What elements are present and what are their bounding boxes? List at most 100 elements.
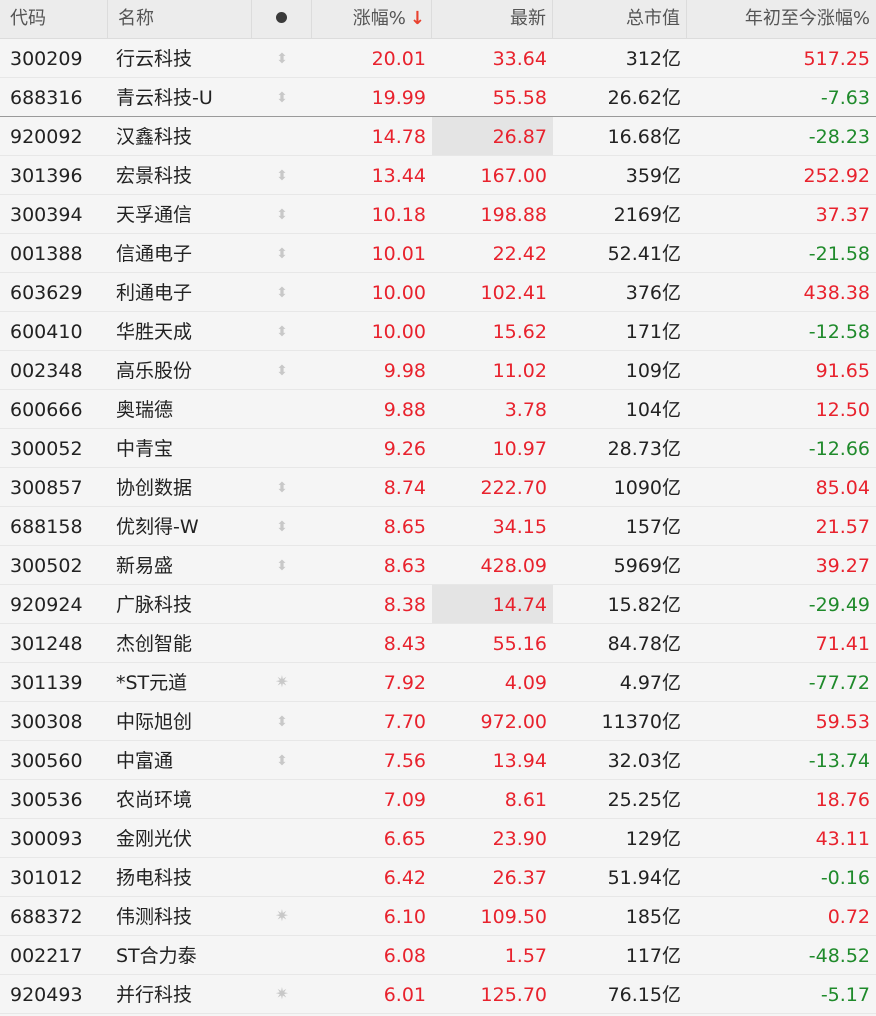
stock-name: 中青宝	[116, 438, 174, 460]
last-price: 26.87	[432, 117, 553, 155]
table-row[interactable]: 301396 宏景科技 ⬍ 13.44 167.00 359亿 252.92	[0, 156, 876, 195]
column-header-name[interactable]: 名称	[108, 0, 252, 38]
table-row[interactable]: 300052 中青宝 9.26 10.97 28.73亿 -12.66	[0, 429, 876, 468]
row-mark-cell	[252, 936, 312, 974]
last-price: 13.94	[492, 750, 547, 772]
table-row[interactable]: 300308 中际旭创 ⬍ 7.70 972.00 11370亿 59.53	[0, 702, 876, 741]
table-row[interactable]: 300857 协创数据 ⬍ 8.74 222.70 1090亿 85.04	[0, 468, 876, 507]
ytd-change-percent: -12.58	[808, 321, 870, 343]
stock-name: 金刚光伏	[116, 828, 193, 850]
change-percent: 10.00	[371, 282, 426, 304]
market-cap: 16.68亿	[607, 126, 681, 148]
ytd-change-percent: -29.49	[808, 594, 870, 616]
row-mark-cell: ⬍	[252, 156, 312, 194]
ytd-change-percent: -12.66	[808, 438, 870, 460]
market-cap: 76.15亿	[607, 984, 681, 1006]
table-row[interactable]: 301248 杰创智能 8.43 55.16 84.78亿 71.41	[0, 624, 876, 663]
ytd-change-percent: 37.37	[815, 204, 870, 226]
stock-code: 688158	[10, 516, 83, 538]
stock-name: 青云科技-U	[116, 87, 213, 109]
stock-code: 600410	[10, 321, 83, 343]
stock-code: 603629	[10, 282, 83, 304]
market-cap: 117亿	[625, 945, 681, 967]
table-row[interactable]: 300560 中富通 ⬍ 7.56 13.94 32.03亿 -13.74	[0, 741, 876, 780]
ytd-change-percent: -5.17	[820, 984, 870, 1006]
last-price: 167.00	[480, 165, 547, 187]
table-row[interactable]: 920092 汉鑫科技 14.78 26.87 16.68亿 -28.23	[0, 117, 876, 156]
row-mark-cell: ⬍	[252, 78, 312, 116]
stock-code: 301139	[10, 672, 83, 694]
change-percent: 6.42	[383, 867, 426, 889]
stock-name: 宏景科技	[116, 165, 193, 187]
change-percent: 7.92	[383, 672, 426, 694]
stock-code: 300052	[10, 438, 83, 460]
stock-code: 300394	[10, 204, 83, 226]
star-burst-icon: ✷	[275, 906, 289, 925]
last-price: 4.09	[504, 672, 547, 694]
table-row[interactable]: 688158 优刻得-W ⬍ 8.65 34.15 157亿 21.57	[0, 507, 876, 546]
column-header-ytd-change[interactable]: 年初至今涨幅%	[687, 0, 876, 38]
table-row[interactable]: 688316 青云科技-U ⬍ 19.99 55.58 26.62亿 -7.63	[0, 78, 876, 117]
ytd-change-percent: 71.41	[815, 633, 870, 655]
stock-name: 并行科技	[116, 984, 193, 1006]
column-header-mark[interactable]	[252, 0, 312, 38]
row-mark-cell	[252, 819, 312, 857]
table-row[interactable]: 300209 行云科技 ⬍ 20.01 33.64 312亿 517.25	[0, 39, 876, 78]
table-row[interactable]: 002217 ST合力泰 6.08 1.57 117亿 -48.52	[0, 936, 876, 975]
table-row[interactable]: 600410 华胜天成 ⬍ 10.00 15.62 171亿 -12.58	[0, 312, 876, 351]
change-percent: 8.65	[383, 516, 426, 538]
row-mark-cell: ⬍	[252, 741, 312, 779]
last-price: 8.61	[504, 789, 547, 811]
row-mark-cell	[252, 390, 312, 428]
table-row[interactable]: 688372 伟测科技 ✷ 6.10 109.50 185亿 0.72	[0, 897, 876, 936]
column-header-market-cap[interactable]: 总市值	[553, 0, 687, 38]
row-mark-cell	[252, 585, 312, 623]
stock-code: 600666	[10, 399, 83, 421]
row-mark-cell: ✷	[252, 663, 312, 701]
column-header-code-label: 代码	[10, 8, 46, 29]
column-header-code[interactable]: 代码	[0, 0, 108, 38]
stock-name: 奥瑞德	[116, 399, 174, 421]
star-burst-icon: ✷	[275, 984, 289, 1003]
table-row[interactable]: 301139 *ST元道 ✷ 7.92 4.09 4.97亿 -77.72	[0, 663, 876, 702]
up-down-arrows-icon: ⬍	[276, 90, 288, 106]
column-header-change-pct[interactable]: 涨幅% ↓	[312, 0, 432, 38]
table-row[interactable]: 300093 金刚光伏 6.65 23.90 129亿 43.11	[0, 819, 876, 858]
table-row[interactable]: 002348 高乐股份 ⬍ 9.98 11.02 109亿 91.65	[0, 351, 876, 390]
last-price: 15.62	[492, 321, 547, 343]
row-mark-cell: ✷	[252, 975, 312, 1013]
up-down-arrows-icon: ⬍	[276, 51, 288, 67]
stock-name: 中际旭创	[116, 711, 193, 733]
last-price: 198.88	[480, 204, 547, 226]
up-down-arrows-icon: ⬍	[276, 168, 288, 184]
change-percent: 19.99	[371, 87, 426, 109]
market-cap: 359亿	[625, 165, 681, 187]
table-row[interactable]: 603629 利通电子 ⬍ 10.00 102.41 376亿 438.38	[0, 273, 876, 312]
stock-code: 688316	[10, 87, 83, 109]
stock-name: 新易盛	[116, 555, 174, 577]
table-row[interactable]: 600666 奥瑞德 9.88 3.78 104亿 12.50	[0, 390, 876, 429]
row-mark-cell: ⬍	[252, 195, 312, 233]
stock-name: 伟测科技	[116, 906, 193, 928]
stock-code: 300560	[10, 750, 83, 772]
column-header-last-price[interactable]: 最新	[432, 0, 553, 38]
column-header-market-cap-label: 总市值	[626, 8, 680, 29]
table-row[interactable]: 920493 并行科技 ✷ 6.01 125.70 76.15亿 -5.17	[0, 975, 876, 1014]
stock-name: 杰创智能	[116, 633, 193, 655]
ytd-change-percent: 91.65	[815, 360, 870, 382]
table-row[interactable]: 300502 新易盛 ⬍ 8.63 428.09 5969亿 39.27	[0, 546, 876, 585]
change-percent: 6.10	[383, 906, 426, 928]
table-row[interactable]: 001388 信通电子 ⬍ 10.01 22.42 52.41亿 -21.58	[0, 234, 876, 273]
market-cap: 51.94亿	[607, 867, 681, 889]
table-row[interactable]: 301012 扬电科技 6.42 26.37 51.94亿 -0.16	[0, 858, 876, 897]
table-row[interactable]: 920924 广脉科技 8.38 14.74 15.82亿 -29.49	[0, 585, 876, 624]
change-percent: 7.70	[383, 711, 426, 733]
last-price: 222.70	[480, 477, 547, 499]
table-row[interactable]: 300536 农尚环境 7.09 8.61 25.25亿 18.76	[0, 780, 876, 819]
change-percent: 9.88	[383, 399, 426, 421]
table-row[interactable]: 300394 天孚通信 ⬍ 10.18 198.88 2169亿 37.37	[0, 195, 876, 234]
ytd-change-percent: 18.76	[815, 789, 870, 811]
ytd-change-percent: 39.27	[815, 555, 870, 577]
stock-name: 扬电科技	[116, 867, 193, 889]
market-cap: 1090亿	[613, 477, 681, 499]
